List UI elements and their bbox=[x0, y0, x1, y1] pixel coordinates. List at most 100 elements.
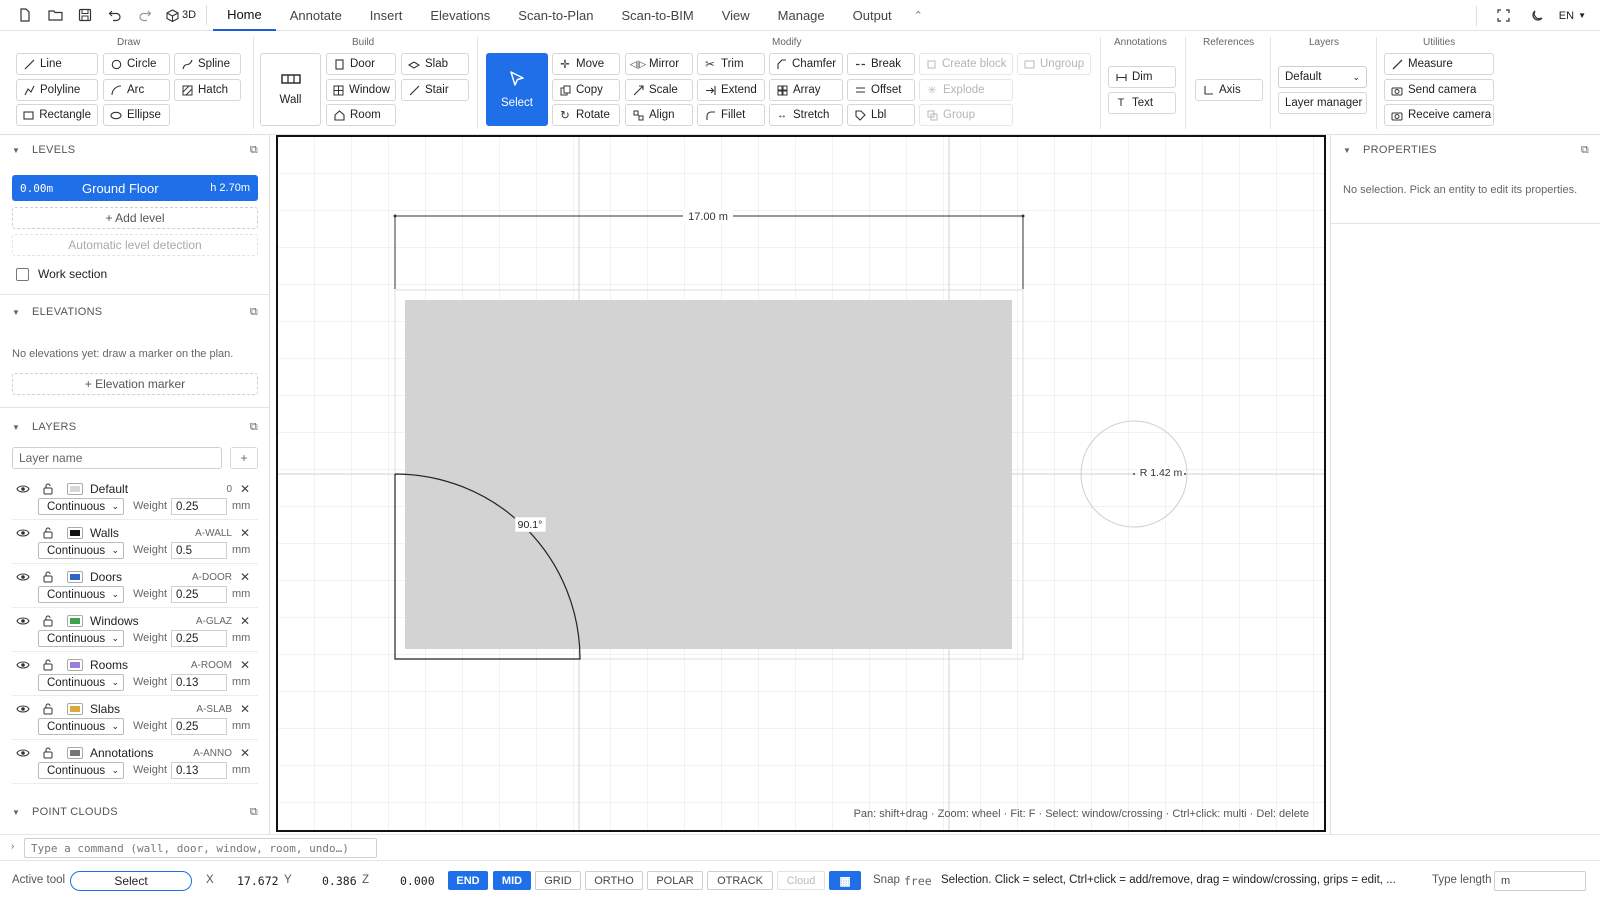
tab-insert[interactable]: Insert bbox=[356, 0, 417, 31]
measure-button[interactable]: Measure bbox=[1384, 53, 1494, 75]
delete-layer-icon[interactable]: ✕ bbox=[240, 746, 250, 760]
align-button[interactable]: Align bbox=[625, 104, 693, 126]
linetype-select[interactable]: Continuous ⌄ bbox=[38, 498, 124, 515]
scale-button[interactable]: Scale bbox=[625, 79, 693, 101]
delete-layer-icon[interactable]: ✕ bbox=[240, 702, 250, 716]
tab-scan-to-plan[interactable]: Scan-to-Plan bbox=[504, 0, 607, 31]
layer-manager-button[interactable]: Layer manager bbox=[1278, 92, 1367, 114]
linetype-select[interactable]: Continuous ⌄ bbox=[38, 630, 124, 647]
weight-input[interactable]: 0.25 bbox=[171, 498, 227, 515]
language-selector[interactable]: EN ▼ bbox=[1559, 10, 1586, 22]
layer-row[interactable]: Slabs A-SLAB ✕ Continuous ⌄ Weight 0.25 mm bbox=[0, 696, 269, 740]
eye-icon[interactable] bbox=[16, 572, 30, 582]
popout-icon[interactable]: ⧉ bbox=[250, 144, 258, 157]
active-tool-indicator[interactable]: Select bbox=[70, 871, 192, 891]
room-button[interactable]: Room bbox=[326, 104, 396, 126]
ungroup-button[interactable]: Ungroup bbox=[1017, 53, 1091, 75]
line-button[interactable]: Line bbox=[16, 53, 98, 75]
weight-input[interactable]: 0.25 bbox=[171, 586, 227, 603]
tab-manage[interactable]: Manage bbox=[764, 0, 839, 31]
offset-button[interactable]: Offset bbox=[847, 79, 915, 101]
tab-annotate[interactable]: Annotate bbox=[276, 0, 356, 31]
eye-icon[interactable] bbox=[16, 748, 30, 758]
circle-button[interactable]: Circle bbox=[103, 53, 170, 75]
unlock-icon[interactable] bbox=[42, 527, 54, 539]
layer-color-swatch[interactable] bbox=[67, 747, 83, 759]
wall-button[interactable]: Wall bbox=[260, 53, 321, 126]
window-button[interactable]: Window bbox=[326, 79, 396, 101]
hatch-button[interactable]: Hatch bbox=[174, 79, 241, 101]
eye-icon[interactable] bbox=[16, 660, 30, 670]
arc-button[interactable]: Arc bbox=[103, 79, 170, 101]
layer-row[interactable]: Windows A-GLAZ ✕ Continuous ⌄ Weight 0.25 mm bbox=[0, 608, 269, 652]
stair-button[interactable]: Stair bbox=[401, 79, 469, 101]
eye-icon[interactable] bbox=[16, 704, 30, 714]
array-button[interactable]: Array bbox=[769, 79, 843, 101]
type-length-input[interactable]: m bbox=[1494, 871, 1586, 891]
break-button[interactable]: Break bbox=[847, 53, 915, 75]
fillet-button[interactable]: Fillet bbox=[697, 104, 765, 126]
snap-mid-toggle[interactable]: MID bbox=[493, 871, 531, 890]
otrack-toggle[interactable]: OTRACK bbox=[707, 871, 773, 890]
create-block-button[interactable]: Create block bbox=[919, 53, 1013, 75]
linetype-select[interactable]: Continuous ⌄ bbox=[38, 542, 124, 559]
copy-button[interactable]: Copy bbox=[552, 79, 620, 101]
weight-input[interactable]: 0.13 bbox=[171, 762, 227, 779]
level-item-ground-floor[interactable]: 0.00m Ground Floor h 2.70m bbox=[12, 175, 258, 201]
checkbox[interactable] bbox=[16, 267, 29, 281]
layer-row[interactable]: Default 0 ✕ Continuous ⌄ Weight 0.25 mm bbox=[0, 476, 269, 520]
linetype-select[interactable]: Continuous ⌄ bbox=[38, 586, 124, 603]
collapse-ribbon-icon[interactable]: ⌃ bbox=[906, 0, 931, 31]
save-icon[interactable] bbox=[72, 3, 98, 27]
properties-section-header[interactable]: ▼ PROPERTIES ⧉ bbox=[1331, 137, 1600, 163]
point-clouds-section-header[interactable]: ▼ POINT CLOUDS ⧉ bbox=[0, 799, 269, 825]
redo-icon[interactable] bbox=[132, 3, 158, 27]
dark-mode-icon[interactable] bbox=[1525, 4, 1551, 28]
eye-icon[interactable] bbox=[16, 616, 30, 626]
popout-icon[interactable]: ⧉ bbox=[250, 421, 258, 434]
layer-row[interactable]: Rooms A-ROOM ✕ Continuous ⌄ Weight 0.13 mm bbox=[0, 652, 269, 696]
work-section-toggle[interactable]: Work section bbox=[16, 267, 107, 281]
eye-icon[interactable] bbox=[16, 528, 30, 538]
tab-output[interactable]: Output bbox=[839, 0, 906, 31]
snap-end-toggle[interactable]: END bbox=[448, 871, 488, 890]
layer-color-swatch[interactable] bbox=[67, 703, 83, 715]
new-file-icon[interactable] bbox=[12, 3, 38, 27]
tab-home[interactable]: Home bbox=[213, 0, 276, 31]
trim-button[interactable]: ✂ Trim bbox=[697, 53, 765, 75]
delete-layer-icon[interactable]: ✕ bbox=[240, 614, 250, 628]
cloud-toggle[interactable]: Cloud bbox=[777, 871, 825, 890]
delete-layer-icon[interactable]: ✕ bbox=[240, 570, 250, 584]
layer-color-swatch[interactable] bbox=[67, 483, 83, 495]
weight-input[interactable]: 0.5 bbox=[171, 542, 227, 559]
drawing-svg[interactable]: 17.00 m 90.1° R 1.42 m bbox=[278, 137, 1324, 830]
layer-row[interactable]: Doors A-DOOR ✕ Continuous ⌄ Weight 0.25 mm bbox=[0, 564, 269, 608]
add-level-button[interactable]: + Add level bbox=[12, 207, 258, 229]
layer-row[interactable]: Annotations A-ANNO ✕ Continuous ⌄ Weight 0.13 m… bbox=[0, 740, 269, 784]
drawing-canvas[interactable]: 17.00 m 90.1° R 1.42 m Pan: shift+drag ·… bbox=[276, 135, 1326, 832]
select-button[interactable]: Select bbox=[486, 53, 548, 126]
layer-row[interactable]: Walls A-WALL ✕ Continuous ⌄ Weight 0.5 mm bbox=[0, 520, 269, 564]
layer-color-swatch[interactable] bbox=[67, 571, 83, 583]
unlock-icon[interactable] bbox=[42, 659, 54, 671]
linetype-select[interactable]: Continuous ⌄ bbox=[38, 718, 124, 735]
current-layer-select[interactable]: Default ⌄ bbox=[1278, 66, 1367, 88]
snap-grid-icon[interactable]: ▦ bbox=[829, 871, 861, 890]
delete-layer-icon[interactable]: ✕ bbox=[240, 526, 250, 540]
add-elevation-marker-button[interactable]: + Elevation marker bbox=[12, 373, 258, 395]
dim-button[interactable]: Dim bbox=[1108, 66, 1176, 88]
tab-scan-to-bim[interactable]: Scan-to-BIM bbox=[607, 0, 707, 31]
explode-button[interactable]: ✳ Explode bbox=[919, 79, 1013, 101]
command-input[interactable]: Type a command (wall, door, window, room… bbox=[24, 838, 377, 858]
delete-layer-icon[interactable]: ✕ bbox=[240, 482, 250, 496]
ellipse-button[interactable]: Ellipse bbox=[103, 104, 170, 126]
fullscreen-icon[interactable] bbox=[1491, 4, 1517, 28]
text-button[interactable]: T Text bbox=[1108, 92, 1176, 114]
tab-view[interactable]: View bbox=[708, 0, 764, 31]
send-camera-button[interactable]: Send camera bbox=[1384, 79, 1494, 101]
ortho-toggle[interactable]: ORTHO bbox=[585, 871, 643, 890]
unlock-icon[interactable] bbox=[42, 615, 54, 627]
unlock-icon[interactable] bbox=[42, 571, 54, 583]
popout-icon[interactable]: ⧉ bbox=[1581, 144, 1589, 157]
spline-button[interactable]: Spline bbox=[174, 53, 241, 75]
